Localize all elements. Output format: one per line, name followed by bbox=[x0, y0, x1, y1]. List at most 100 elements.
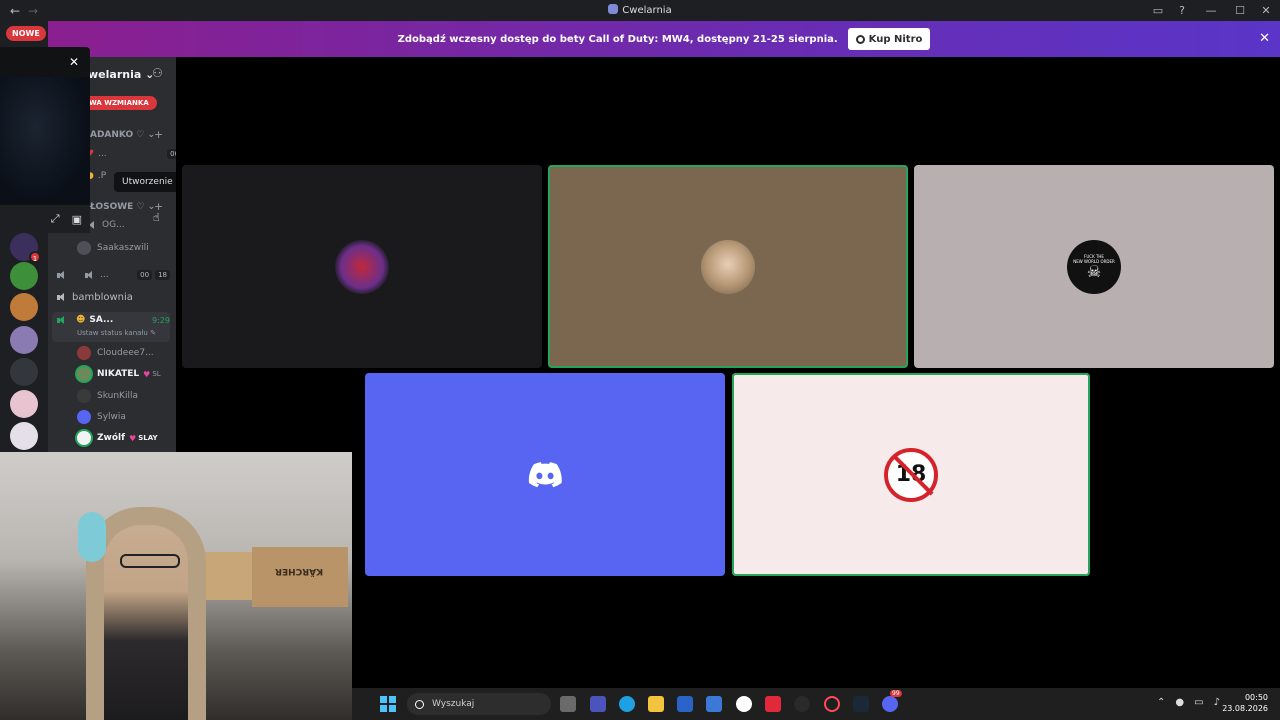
taskbar-search[interactable]: Wyszukaj bbox=[407, 693, 551, 715]
voice-channel-row-3[interactable]: ... 00 18 bbox=[56, 266, 170, 284]
avatar bbox=[77, 410, 91, 424]
avatar bbox=[77, 367, 91, 381]
user-name: Saakaszwili bbox=[97, 243, 149, 253]
participant-tile-2[interactable] bbox=[548, 165, 908, 368]
windows-start-icon[interactable] bbox=[380, 696, 396, 712]
avatar bbox=[77, 241, 91, 255]
promo-banner-text: Zdobądź wczesny dostęp do bety Call of D… bbox=[397, 33, 838, 45]
inbox-icon[interactable]: ▭ bbox=[1146, 4, 1170, 17]
channel-time: 9:29 bbox=[152, 315, 170, 325]
windows-taskbar: Wyszukaj 99 ⌃ ● ▭ ♪ 00:50 23.08.2026 bbox=[352, 688, 1280, 720]
opera-icon[interactable] bbox=[824, 696, 840, 712]
user-tag: SLAY bbox=[138, 434, 158, 442]
voice-user-4[interactable]: Sylwia bbox=[77, 408, 126, 426]
teams-icon[interactable] bbox=[590, 696, 606, 712]
server-icon-light[interactable] bbox=[10, 422, 38, 450]
network-icon[interactable]: ▭ bbox=[1194, 697, 1203, 708]
server-icon-anime[interactable] bbox=[10, 326, 38, 354]
webcam-overlay: KÄRCHER bbox=[0, 452, 352, 720]
stop-stream-icon[interactable]: ▣ bbox=[72, 213, 82, 226]
participant-tile-1[interactable] bbox=[182, 165, 542, 368]
speaker-icon bbox=[56, 292, 68, 302]
volume-icon[interactable]: ♪ bbox=[1214, 697, 1220, 708]
server-name-header[interactable]: welarnia ⌄ bbox=[88, 68, 154, 81]
server-icon-dark[interactable] bbox=[10, 358, 38, 386]
participant-tile-4[interactable] bbox=[365, 373, 725, 576]
user-name: Cloudeee7... bbox=[97, 348, 154, 358]
close-pip-icon[interactable]: ✕ bbox=[69, 55, 79, 69]
clock[interactable]: 00:50 23.08.2026 bbox=[1222, 692, 1268, 714]
server-icon-1[interactable]: 1 bbox=[10, 233, 41, 263]
voice-user-1[interactable]: Cloudeee7... bbox=[77, 344, 154, 362]
voice-channel-og[interactable]: OG... 9: bbox=[86, 216, 176, 234]
new-badge[interactable]: NOWE bbox=[6, 26, 46, 41]
participant-avatar: FUCK THE NEW WORLD ORDER ☠ bbox=[1067, 239, 1121, 294]
buy-nitro-button[interactable]: Kup Nitro bbox=[847, 28, 931, 50]
voice-channel-sa[interactable]: ☻ SA... 9:29 bbox=[56, 311, 170, 329]
voice-channel-bamblownia[interactable]: bamblownia bbox=[56, 288, 170, 306]
discord-app-icon bbox=[608, 4, 619, 14]
voice-user-2[interactable]: NIKATEL ♥ SL bbox=[77, 365, 161, 383]
task-view-icon[interactable] bbox=[560, 696, 576, 712]
cardboard-box bbox=[252, 547, 348, 607]
close-window-button[interactable]: ✕ bbox=[1252, 4, 1280, 17]
skull-icon: ☠ bbox=[1086, 261, 1102, 281]
avatar bbox=[77, 389, 91, 403]
close-banner-icon[interactable]: ✕ bbox=[1259, 31, 1270, 46]
nitro-icon bbox=[855, 34, 865, 44]
glasses bbox=[120, 554, 180, 568]
heart-icon: ♥ bbox=[129, 433, 137, 443]
invite-people-icon[interactable]: ⚇ bbox=[152, 66, 163, 80]
participant-avatar bbox=[701, 239, 755, 294]
file-explorer-icon[interactable] bbox=[648, 696, 664, 712]
obs-icon[interactable] bbox=[794, 696, 810, 712]
app-red-icon[interactable] bbox=[765, 696, 781, 712]
category-losowe[interactable]: ŁOSOWE ♡ ⌄ bbox=[90, 202, 155, 212]
maximize-button[interactable]: ☐ bbox=[1228, 4, 1252, 17]
category-adanko[interactable]: ADANKO ♡ ⌄ bbox=[90, 130, 155, 140]
voice-user-5[interactable]: Zwólf ♥ SLAY bbox=[77, 429, 158, 447]
window-title-text: Cwelarnia bbox=[622, 5, 672, 16]
outlook-icon[interactable] bbox=[706, 696, 722, 712]
microphone-icon[interactable]: ● bbox=[1175, 697, 1184, 708]
discord-taskbar-icon[interactable]: 99 bbox=[882, 690, 902, 712]
server-icon-avatar[interactable] bbox=[10, 293, 38, 321]
set-channel-status[interactable]: Ustaw status kanału ✎ bbox=[77, 329, 156, 337]
category-chevron-icon: ♡ ⌄ bbox=[136, 130, 156, 140]
category-losowe-label: ŁOSOWE bbox=[90, 202, 134, 212]
clock-date: 23.08.2026 bbox=[1222, 704, 1268, 713]
server-icon-pink[interactable] bbox=[10, 390, 38, 418]
user-count-pill: 00 bbox=[137, 270, 153, 280]
steam-icon[interactable] bbox=[853, 696, 869, 712]
edge-icon[interactable] bbox=[619, 696, 635, 712]
popout-icon[interactable]: ⤢ bbox=[51, 212, 60, 226]
set-channel-status-text: Ustaw status kanału bbox=[77, 329, 148, 337]
back-arrow-icon[interactable]: ← bbox=[6, 4, 24, 18]
tray-overflow-icon[interactable]: ⌃ bbox=[1157, 697, 1165, 708]
voice-channel-row-1[interactable]: ♥ ... 00 69 bbox=[86, 145, 176, 163]
store-icon[interactable] bbox=[677, 696, 693, 712]
user-count-pill: 00 bbox=[167, 149, 176, 159]
new-mention-pill[interactable]: WA WZMIANKA bbox=[81, 96, 157, 110]
window-title: Cwelarnia bbox=[0, 4, 1280, 16]
clock-time: 00:50 bbox=[1244, 693, 1268, 702]
unread-badge: 1 bbox=[29, 251, 41, 263]
minimize-button[interactable]: — bbox=[1194, 4, 1228, 17]
speaker-icon bbox=[84, 270, 96, 280]
help-icon[interactable]: ? bbox=[1170, 4, 1194, 17]
app-g-icon[interactable] bbox=[736, 696, 752, 712]
voice-user-3[interactable]: SkunKilla bbox=[77, 387, 138, 405]
add-channel-icon[interactable]: + bbox=[154, 128, 163, 141]
headset bbox=[78, 512, 106, 562]
forward-arrow-icon[interactable]: → bbox=[24, 4, 42, 18]
user-limit-pill: 18 bbox=[155, 270, 170, 280]
participant-tile-5[interactable]: 18 bbox=[732, 373, 1090, 576]
voice-user-saakaszwili[interactable]: Saakaszwili bbox=[77, 239, 149, 257]
picture-in-picture[interactable]: ✕ ⤢ ▣ bbox=[0, 47, 90, 233]
participant-tile-3[interactable]: FUCK THE NEW WORLD ORDER ☠ bbox=[914, 165, 1274, 368]
channel-name: SA... bbox=[89, 315, 114, 325]
server-icon-pepe[interactable] bbox=[10, 262, 38, 290]
speaker-icon bbox=[56, 315, 68, 325]
box-label: KÄRCHER bbox=[275, 566, 324, 576]
speaker-icon bbox=[56, 270, 68, 280]
